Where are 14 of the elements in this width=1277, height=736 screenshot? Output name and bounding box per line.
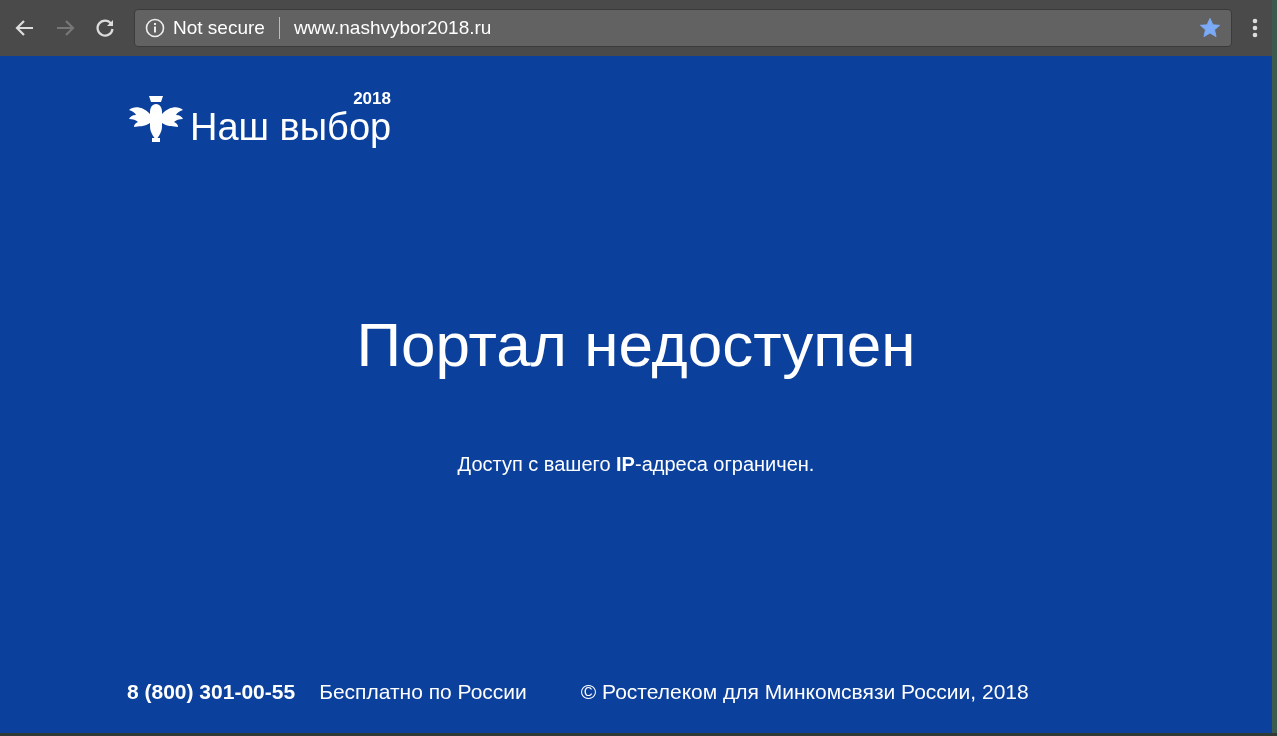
address-bar[interactable]: Not secure www.nashvybor2018.ru: [134, 9, 1232, 47]
site-year: 2018: [353, 88, 391, 110]
phone-note: Бесплатно по России: [319, 678, 527, 705]
copyright-text: © Ростелеком для Минкомсвязи России, 2018: [580, 678, 1029, 705]
phone-number: 8 (800) 301-00-55: [127, 678, 296, 705]
bookmark-star-icon[interactable]: [1199, 17, 1221, 39]
security-label: Not secure: [173, 15, 265, 40]
menu-icon: [1252, 17, 1258, 39]
page-title: Портал недоступен: [355, 311, 917, 380]
error-message: Доступ с вашего IP-адреса ограничен.: [457, 452, 815, 478]
url-text: www.nashvybor2018.ru: [293, 15, 492, 40]
reload-icon: [94, 17, 116, 39]
site-name: Наш выбор: [190, 108, 392, 146]
info-icon[interactable]: [145, 18, 165, 38]
